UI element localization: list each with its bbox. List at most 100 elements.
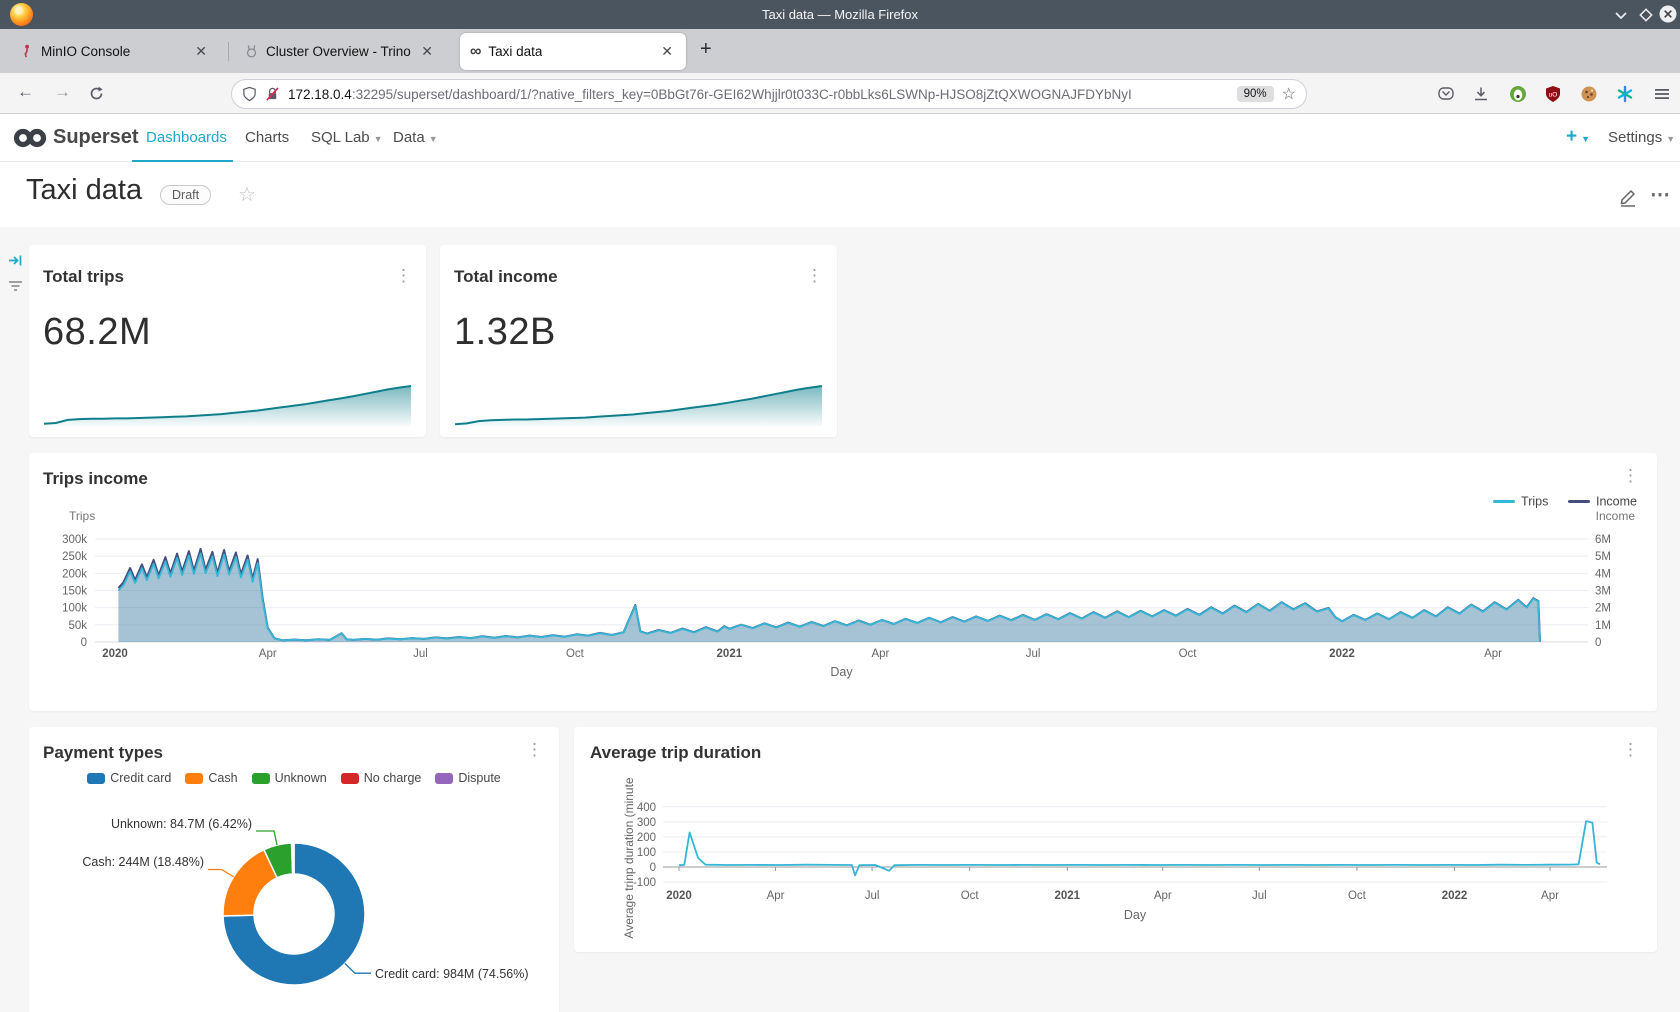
favorite-star-icon[interactable]: ☆ — [238, 182, 256, 207]
cookie-extension-icon[interactable] — [1580, 85, 1598, 103]
asterisk-extension-icon[interactable] — [1616, 85, 1634, 103]
superset-navbar: Superset Dashboards Charts SQL Lab▼ Data… — [0, 114, 1680, 162]
svg-text:250k: 250k — [62, 551, 87, 563]
card-total-income: Total income ⋮ 1.32B — [440, 245, 837, 437]
back-button[interactable]: ← — [17, 82, 34, 102]
window-minimize-button[interactable] — [1612, 6, 1630, 24]
kebab-menu-icon[interactable]: ⋮ — [395, 267, 412, 284]
svg-text:Jul: Jul — [413, 648, 428, 660]
svg-text:4M: 4M — [1595, 568, 1611, 580]
svg-text:0: 0 — [650, 862, 656, 874]
superset-logo-icon — [12, 125, 48, 151]
minio-icon — [19, 44, 34, 59]
edit-pencil-icon[interactable] — [1618, 187, 1638, 207]
svg-text:1M: 1M — [1595, 620, 1611, 632]
ublock-origin-icon[interactable]: uO — [1544, 85, 1562, 103]
svg-text:6M: 6M — [1595, 534, 1611, 546]
url-text[interactable]: 172.18.0.4:32295/superset/dashboard/1/?n… — [288, 87, 1229, 102]
tab-minio-console[interactable]: MinIO Console ✕ — [9, 29, 220, 73]
tab-close-icon[interactable]: ✕ — [658, 43, 676, 60]
settings-menu[interactable]: Settings▼ — [1608, 129, 1675, 146]
chart-title: Total trips — [43, 267, 124, 287]
zoom-level-badge[interactable]: 90% — [1237, 86, 1274, 102]
url-path: :32295/superset/dashboard/1/?native_filt… — [352, 87, 1132, 102]
tab-bar: MinIO Console ✕ Cluster Overview - Trino… — [0, 29, 1680, 73]
card-trips-income: Trips income ⋮ Trips Income Trips Income… — [29, 453, 1657, 711]
url-bar[interactable]: 172.18.0.4:32295/superset/dashboard/1/?n… — [231, 79, 1307, 109]
download-icon[interactable] — [1472, 85, 1490, 103]
url-host: 172.18.0.4 — [288, 87, 352, 102]
nav-sql-lab[interactable]: SQL Lab▼ — [311, 129, 383, 146]
header-more-menu[interactable]: ⋯ — [1650, 182, 1670, 207]
nav-charts[interactable]: Charts — [245, 129, 289, 146]
svg-text:Oct: Oct — [566, 648, 585, 660]
filter-icon — [7, 277, 24, 294]
svg-text:100: 100 — [637, 847, 656, 859]
tab-close-icon[interactable]: ✕ — [418, 43, 436, 60]
svg-text:0: 0 — [81, 637, 87, 649]
chevron-down-icon: ▼ — [374, 134, 383, 144]
svg-text:150k: 150k — [62, 586, 87, 598]
trino-icon — [244, 44, 259, 59]
pie-label-unknown: Unknown: 84.7M (6.42%) — [111, 817, 252, 831]
tab-taxi-data-active[interactable]: ∞ Taxi data ✕ — [460, 33, 686, 70]
svg-text:200k: 200k — [62, 568, 87, 580]
avg-duration-chart: 4003002001000-1002020AprJulOct2021AprJul… — [574, 727, 1657, 952]
new-tab-button[interactable]: + — [700, 38, 712, 61]
pocket-icon[interactable] — [1437, 85, 1455, 103]
svg-text:2020: 2020 — [102, 648, 128, 660]
hamburger-menu-icon[interactable] — [1653, 85, 1671, 103]
superset-tab-icon: ∞ — [470, 44, 481, 60]
svg-text:300: 300 — [637, 817, 656, 829]
svg-text:300k: 300k — [62, 534, 87, 546]
pie-label-cash: Cash: 244M (18.48%) — [82, 855, 204, 869]
card-total-trips: Total trips ⋮ 68.2M — [29, 245, 426, 437]
reload-button[interactable] — [88, 85, 105, 102]
card-payment-types: Payment types ⋮ Credit cardCashUnknownNo… — [29, 727, 559, 1012]
svg-text:Apr: Apr — [767, 890, 785, 902]
svg-text:2M: 2M — [1595, 603, 1611, 615]
svg-text:Apr: Apr — [1484, 648, 1502, 660]
trips-income-chart: 300k6M250k5M200k4M150k3M100k2M50k1M00202… — [29, 453, 1657, 711]
svg-text:2021: 2021 — [717, 648, 743, 660]
svg-text:2022: 2022 — [1329, 648, 1355, 660]
tracking-shield-icon[interactable] — [242, 86, 257, 102]
tab-trino[interactable]: Cluster Overview - Trino ✕ — [234, 29, 446, 73]
svg-text:uO: uO — [1549, 92, 1558, 99]
big-number-value: 1.32B — [454, 311, 556, 354]
svg-text:Apr: Apr — [1541, 890, 1559, 902]
nav-data[interactable]: Data▼ — [393, 129, 438, 146]
add-new-button[interactable]: +▼ — [1566, 126, 1590, 148]
svg-text:100k: 100k — [62, 603, 87, 615]
dashboard-body: Total trips ⋮ 68.2M Total income ⋮ 1.32B… — [0, 227, 1680, 1012]
forward-button[interactable]: → — [54, 82, 71, 102]
tab-close-icon[interactable]: ✕ — [192, 43, 210, 60]
svg-text:5M: 5M — [1595, 551, 1611, 563]
svg-text:3M: 3M — [1595, 586, 1611, 598]
svg-text:Jul: Jul — [1026, 648, 1041, 660]
svg-text:Oct: Oct — [1179, 648, 1198, 660]
privacy-badger-icon[interactable] — [1509, 85, 1527, 103]
svg-text:Average trinp duration (minute: Average trinp duration (minute — [622, 777, 636, 939]
window-close-button[interactable] — [1659, 5, 1677, 23]
dashboard-title: Taxi data — [26, 174, 142, 207]
window-maximize-button[interactable] — [1637, 6, 1655, 24]
kebab-menu-icon[interactable]: ⋮ — [806, 267, 823, 284]
svg-text:2020: 2020 — [666, 890, 692, 902]
bookmark-star-icon[interactable]: ☆ — [1282, 84, 1296, 104]
svg-text:Jul: Jul — [865, 890, 880, 902]
chart-title: Total income — [454, 267, 558, 287]
svg-text:Apr: Apr — [1154, 890, 1172, 902]
browser-toolbar: ← → 172.18.0.4:32295/superset/dashboard/… — [0, 73, 1680, 114]
expand-filter-bar-icon[interactable] — [7, 252, 24, 269]
nav-dashboards[interactable]: Dashboards — [146, 129, 227, 146]
superset-brand[interactable]: Superset — [53, 126, 139, 149]
svg-text:Day: Day — [830, 665, 853, 679]
window-titlebar: Taxi data — Mozilla Firefox — [0, 0, 1680, 29]
pie-label-credit-card: Credit card: 984M (74.56%) — [375, 967, 529, 981]
svg-text:-100: -100 — [633, 877, 656, 889]
insecure-lock-icon[interactable] — [265, 86, 280, 102]
svg-text:Jul: Jul — [1252, 890, 1267, 902]
svg-text:2021: 2021 — [1054, 890, 1080, 902]
svg-text:Day: Day — [1124, 908, 1147, 922]
